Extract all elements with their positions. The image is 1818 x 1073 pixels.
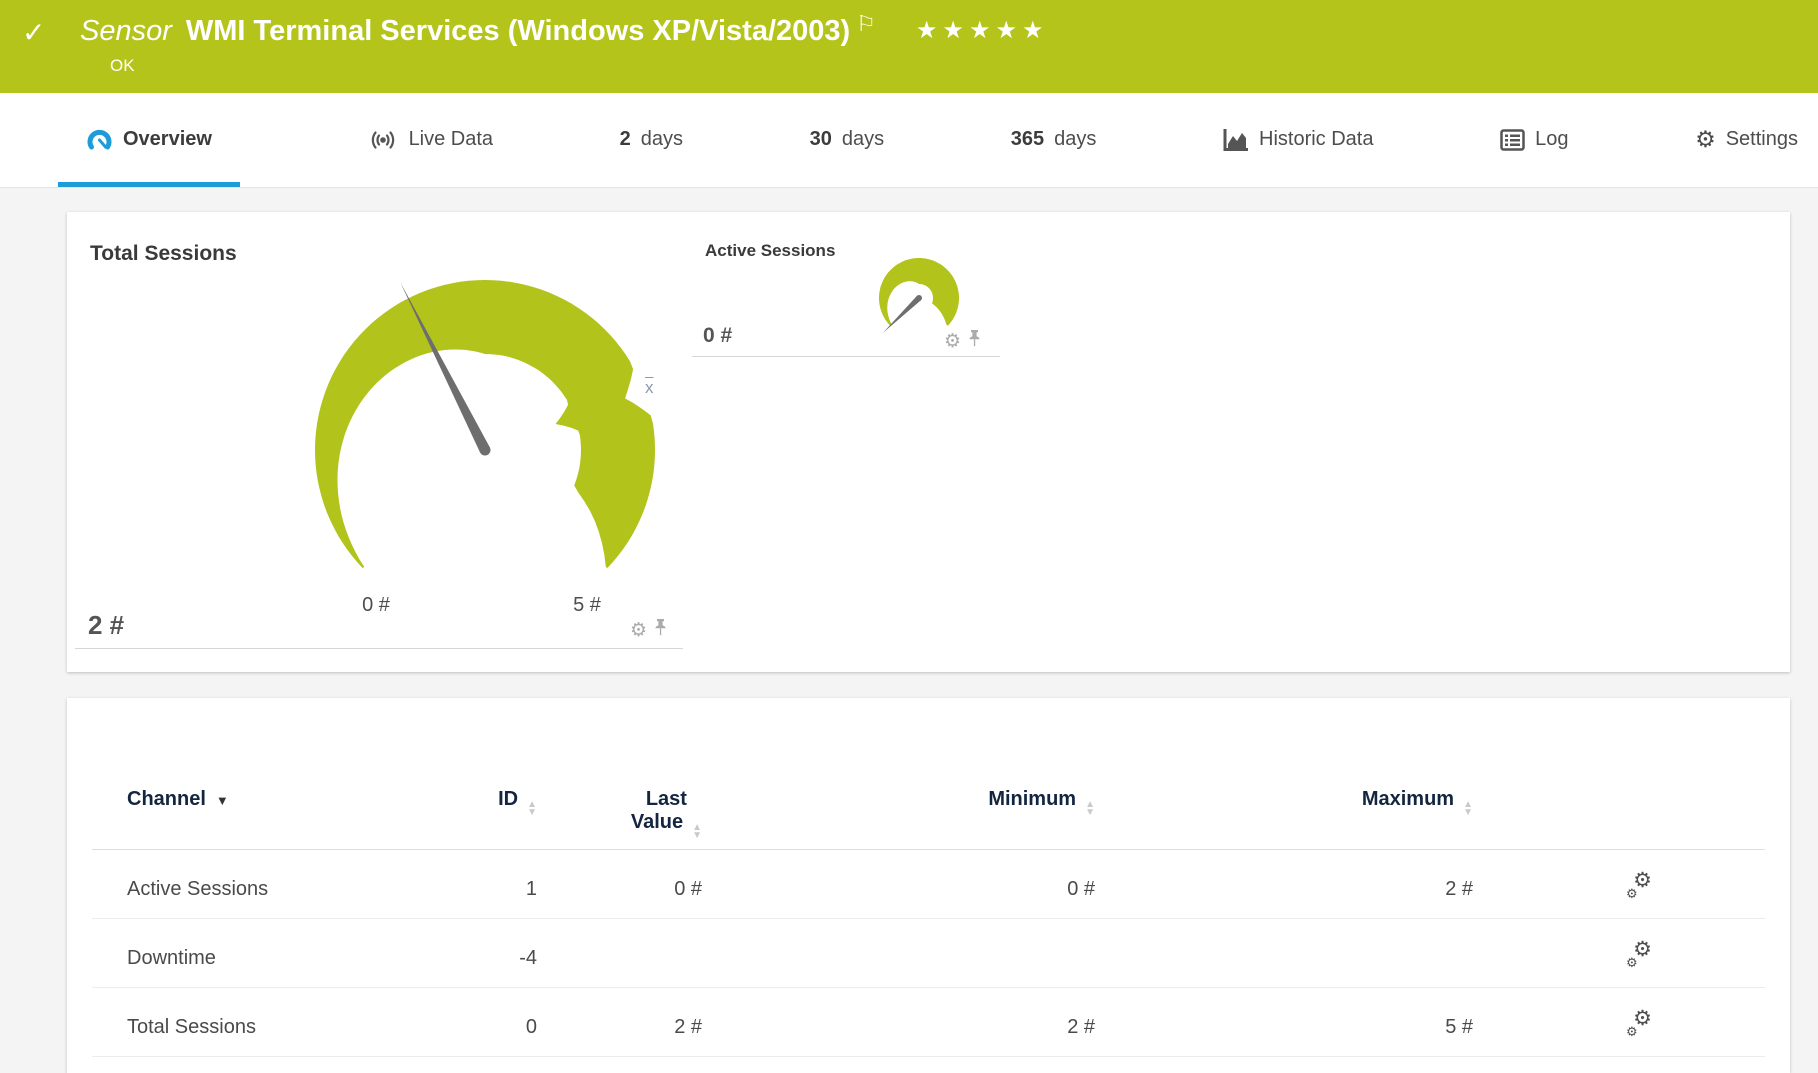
total-sessions-gauge xyxy=(245,232,725,582)
channel-last-value: 2 # xyxy=(537,988,702,1057)
channel-settings-gears-icon[interactable]: ⚙⚙ xyxy=(1626,874,1652,898)
gear-icon[interactable]: ⚙ xyxy=(630,621,647,640)
sorted-desc-icon: ▼ xyxy=(216,793,229,808)
column-header-channel[interactable]: Channel▼ xyxy=(92,698,482,850)
log-list-icon xyxy=(1500,129,1525,151)
live-broadcast-icon xyxy=(367,128,399,152)
content-area: Total Sessions x 0 # 5 # 2 # ⚙ Active Se… xyxy=(0,188,1818,1073)
gauge-title-active-sessions: Active Sessions xyxy=(705,241,835,261)
channel-last-value: 0 # xyxy=(537,850,702,919)
area-chart-icon xyxy=(1223,128,1249,152)
gauge-scale-max: 5 # xyxy=(527,594,647,617)
sort-arrows-icon: ▲▼ xyxy=(527,801,537,817)
channel-id: 0 xyxy=(482,988,537,1057)
gauge-average-marker-label: x xyxy=(645,378,654,398)
tab-live-data[interactable]: Live Data xyxy=(367,93,494,187)
gear-icon[interactable]: ⚙ xyxy=(944,332,961,351)
channel-minimum: 0 # xyxy=(702,850,1095,919)
channel-name: Active Sessions xyxy=(92,850,482,919)
table-row[interactable]: Downtime -4 ⚙⚙ xyxy=(92,919,1765,988)
channel-maximum: 5 # xyxy=(1095,988,1473,1057)
channel-minimum xyxy=(702,919,1095,988)
channel-settings-gears-icon[interactable]: ⚙⚙ xyxy=(1626,1012,1652,1036)
channel-id: 1 xyxy=(482,850,537,919)
tab-2-days[interactable]: 2 days xyxy=(620,93,683,187)
table-row[interactable]: Active Sessions 1 0 # 0 # 2 # ⚙⚙ xyxy=(92,850,1765,919)
tab-settings[interactable]: ⚙ Settings xyxy=(1695,93,1798,187)
channels-card: Channel▼ ID▲▼ Last Value▲▼ Minimum▲▼ xyxy=(67,698,1790,1073)
status-badge: OK xyxy=(110,56,1818,76)
channels-table: Channel▼ ID▲▼ Last Value▲▼ Minimum▲▼ xyxy=(92,698,1765,1057)
tab-365-days[interactable]: 365 days xyxy=(1011,93,1097,187)
tab-bar: Overview Live Data 2 days 30 days 365 da… xyxy=(0,93,1818,188)
channel-maximum xyxy=(1095,919,1473,988)
tab-label: days xyxy=(641,128,683,151)
sort-arrows-icon: ▲▼ xyxy=(692,824,702,840)
channel-maximum: 2 # xyxy=(1095,850,1473,919)
status-ok-check-icon: ✓ xyxy=(22,16,52,49)
tab-label: Live Data xyxy=(409,128,494,151)
tab-label: Overview xyxy=(123,128,212,151)
page-title: WMI Terminal Services (Windows XP/Vista/… xyxy=(186,10,850,52)
gauge-cell-divider xyxy=(75,648,683,649)
tab-label: days xyxy=(1054,128,1096,151)
channel-id: -4 xyxy=(482,919,537,988)
tab-log[interactable]: Log xyxy=(1500,93,1568,187)
pin-icon[interactable] xyxy=(968,330,981,352)
column-header-last-value[interactable]: Last Value▲▼ xyxy=(537,698,702,850)
total-sessions-current-value: 2 # xyxy=(88,610,124,641)
gauge-title-total-sessions: Total Sessions xyxy=(90,242,237,266)
tab-label: days xyxy=(842,128,884,151)
pin-icon[interactable] xyxy=(654,619,667,641)
channel-name: Downtime xyxy=(92,919,482,988)
tab-label: Historic Data xyxy=(1259,128,1373,151)
column-header-minimum[interactable]: Minimum▲▼ xyxy=(702,698,1095,850)
sensor-status-header: ✓ Sensor WMI Terminal Services (Windows … xyxy=(0,0,1818,93)
gauge-scale-min: 0 # xyxy=(316,594,436,617)
gauge-cell-divider xyxy=(692,356,1000,357)
tab-30-days[interactable]: 30 days xyxy=(810,93,885,187)
gauge-icon xyxy=(86,127,113,153)
table-header-row: Channel▼ ID▲▼ Last Value▲▼ Minimum▲▼ xyxy=(92,698,1765,850)
priority-stars[interactable]: ★★★★★ xyxy=(916,16,1049,45)
tab-overview[interactable]: Overview xyxy=(58,93,240,187)
column-header-maximum[interactable]: Maximum▲▼ xyxy=(1095,698,1473,850)
tab-label: Log xyxy=(1535,128,1568,151)
tab-historic-data[interactable]: Historic Data xyxy=(1223,93,1373,187)
gauges-card: Total Sessions x 0 # 5 # 2 # ⚙ Active Se… xyxy=(67,212,1790,672)
settings-gear-icon: ⚙ xyxy=(1695,128,1716,151)
channel-name: Total Sessions xyxy=(92,988,482,1057)
object-kind-label: Sensor xyxy=(80,10,172,52)
column-header-id[interactable]: ID▲▼ xyxy=(482,698,537,850)
active-sessions-current-value: 0 # xyxy=(703,324,732,348)
channel-settings-gears-icon[interactable]: ⚙⚙ xyxy=(1626,943,1652,967)
sort-arrows-icon: ▲▼ xyxy=(1463,801,1473,817)
flag-icon[interactable]: ⚐ xyxy=(856,13,876,35)
channel-minimum: 2 # xyxy=(702,988,1095,1057)
sort-arrows-icon: ▲▼ xyxy=(1085,801,1095,817)
channel-last-value xyxy=(537,919,702,988)
tab-label: Settings xyxy=(1726,128,1798,151)
table-row[interactable]: Total Sessions 0 2 # 2 # 5 # ⚙⚙ xyxy=(92,988,1765,1057)
